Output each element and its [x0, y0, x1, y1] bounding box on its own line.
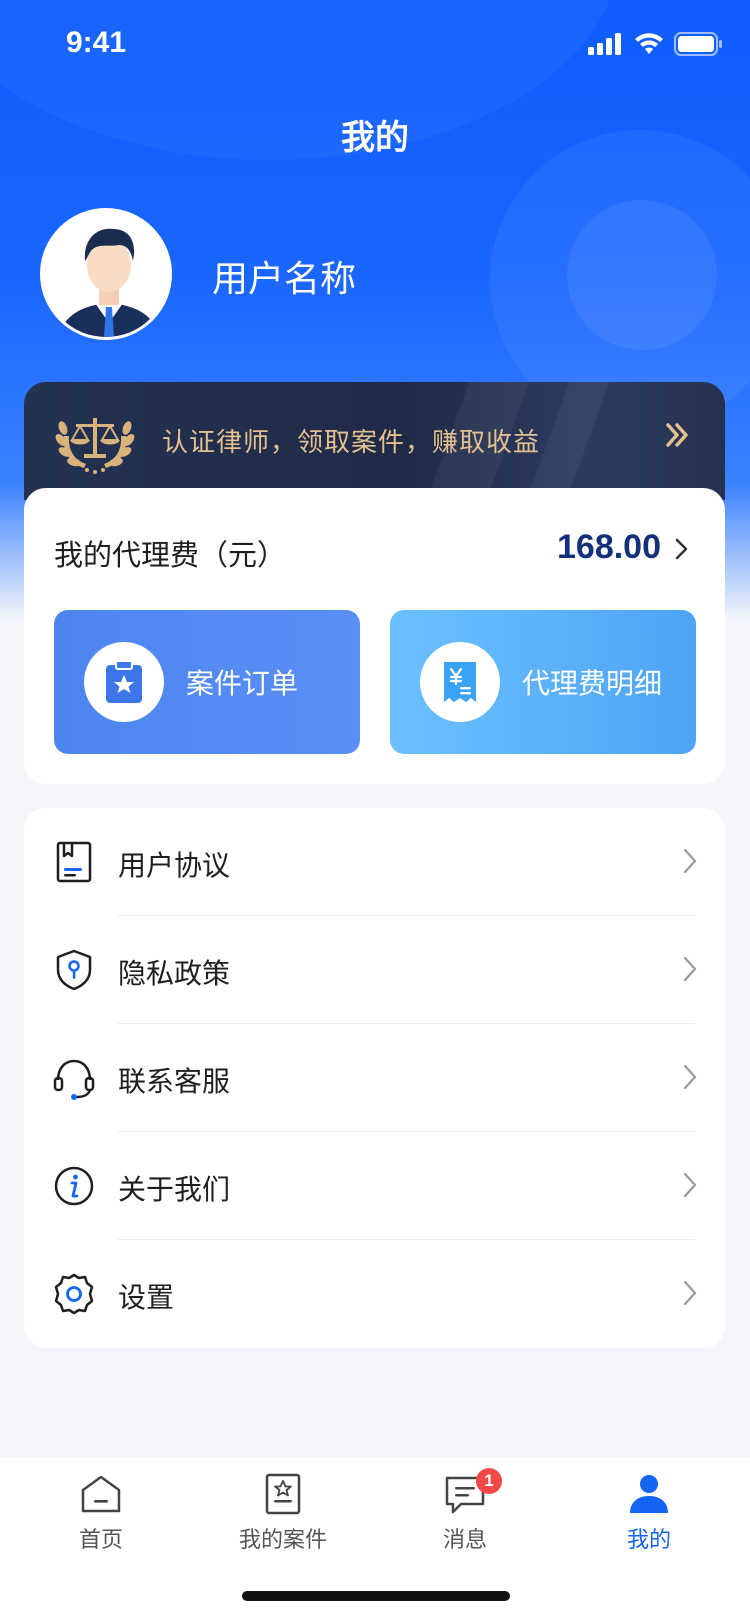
- clipboard-star-icon: [106, 660, 142, 703]
- lawyer-badge-icon: [55, 418, 135, 474]
- tab-mine[interactable]: 我的: [574, 1472, 724, 1554]
- gear-icon: [54, 1273, 94, 1315]
- case-icon: [265, 1473, 301, 1515]
- chevron-right-icon: [683, 956, 697, 982]
- fee-detail-label: 代理费明细: [522, 667, 663, 700]
- info-icon: [54, 1166, 94, 1206]
- tab-label: 首页: [78, 1528, 123, 1553]
- status-icons: [588, 32, 722, 56]
- menu-item-customer-service[interactable]: 联系客服: [24, 1024, 725, 1132]
- tab-label: 消息: [442, 1528, 487, 1553]
- user-icon: [630, 1475, 668, 1513]
- tab-label: 我的案件: [238, 1528, 327, 1553]
- message-count-badge: 1: [476, 1468, 502, 1494]
- user-avatar-icon: [43, 211, 169, 337]
- menu-item-privacy-policy[interactable]: 隐私政策: [24, 916, 725, 1024]
- chevron-right-icon[interactable]: [675, 538, 689, 560]
- lawyer-certification-banner[interactable]: 认证律师，领取案件，赚取收益: [24, 382, 725, 500]
- tab-home[interactable]: 首页: [26, 1472, 176, 1554]
- settings-menu: 用户协议 隐私政策 联系客服 关于我们 设置: [24, 808, 725, 1348]
- status-time: 9:41: [66, 26, 127, 59]
- battery-icon: [674, 32, 722, 56]
- avatar[interactable]: [40, 208, 172, 340]
- tab-label: 我的: [626, 1528, 671, 1553]
- fee-detail-icon-circle: [420, 642, 500, 722]
- tab-my-cases[interactable]: 我的案件: [208, 1472, 358, 1554]
- agency-fee-card: 我的代理费（元） 168.00 案件订单 代理费明细: [24, 488, 725, 784]
- page-title: 我的: [341, 118, 409, 158]
- menu-item-about-us[interactable]: 关于我们: [24, 1132, 725, 1240]
- fee-detail-button[interactable]: 代理费明细: [390, 610, 696, 754]
- home-icon: [81, 1475, 121, 1513]
- case-orders-button[interactable]: 案件订单: [54, 610, 360, 754]
- agreement-book-icon: [56, 841, 92, 883]
- wifi-icon: [635, 33, 663, 54]
- chevron-right-icon: [683, 848, 697, 874]
- receipt-yen-icon: [444, 662, 476, 702]
- case-orders-icon-circle: [84, 642, 164, 722]
- chevron-right-icon: [683, 1064, 697, 1090]
- menu-label: 设置: [118, 1281, 175, 1314]
- banner-text: 认证律师，领取案件，赚取收益: [162, 428, 541, 458]
- chevron-right-icon: [683, 1280, 697, 1306]
- menu-label: 关于我们: [118, 1173, 231, 1206]
- fee-label: 我的代理费（元）: [54, 538, 287, 572]
- signal-icon: [588, 33, 621, 55]
- menu-label: 隐私政策: [118, 957, 231, 990]
- headset-icon: [53, 1059, 95, 1100]
- username[interactable]: 用户名称: [212, 250, 356, 302]
- menu-item-user-agreement[interactable]: 用户协议: [24, 808, 725, 916]
- privacy-shield-icon: [56, 949, 92, 991]
- fee-amount[interactable]: 168.00: [557, 528, 661, 567]
- menu-label: 联系客服: [118, 1065, 231, 1098]
- double-chevron-right-icon: [666, 423, 688, 447]
- chevron-right-icon: [683, 1172, 697, 1198]
- home-indicator: [242, 1591, 510, 1601]
- case-orders-label: 案件订单: [186, 667, 299, 700]
- menu-label: 用户协议: [118, 849, 231, 882]
- tab-messages[interactable]: 消息 1: [390, 1468, 540, 1554]
- menu-item-settings[interactable]: 设置: [24, 1240, 725, 1348]
